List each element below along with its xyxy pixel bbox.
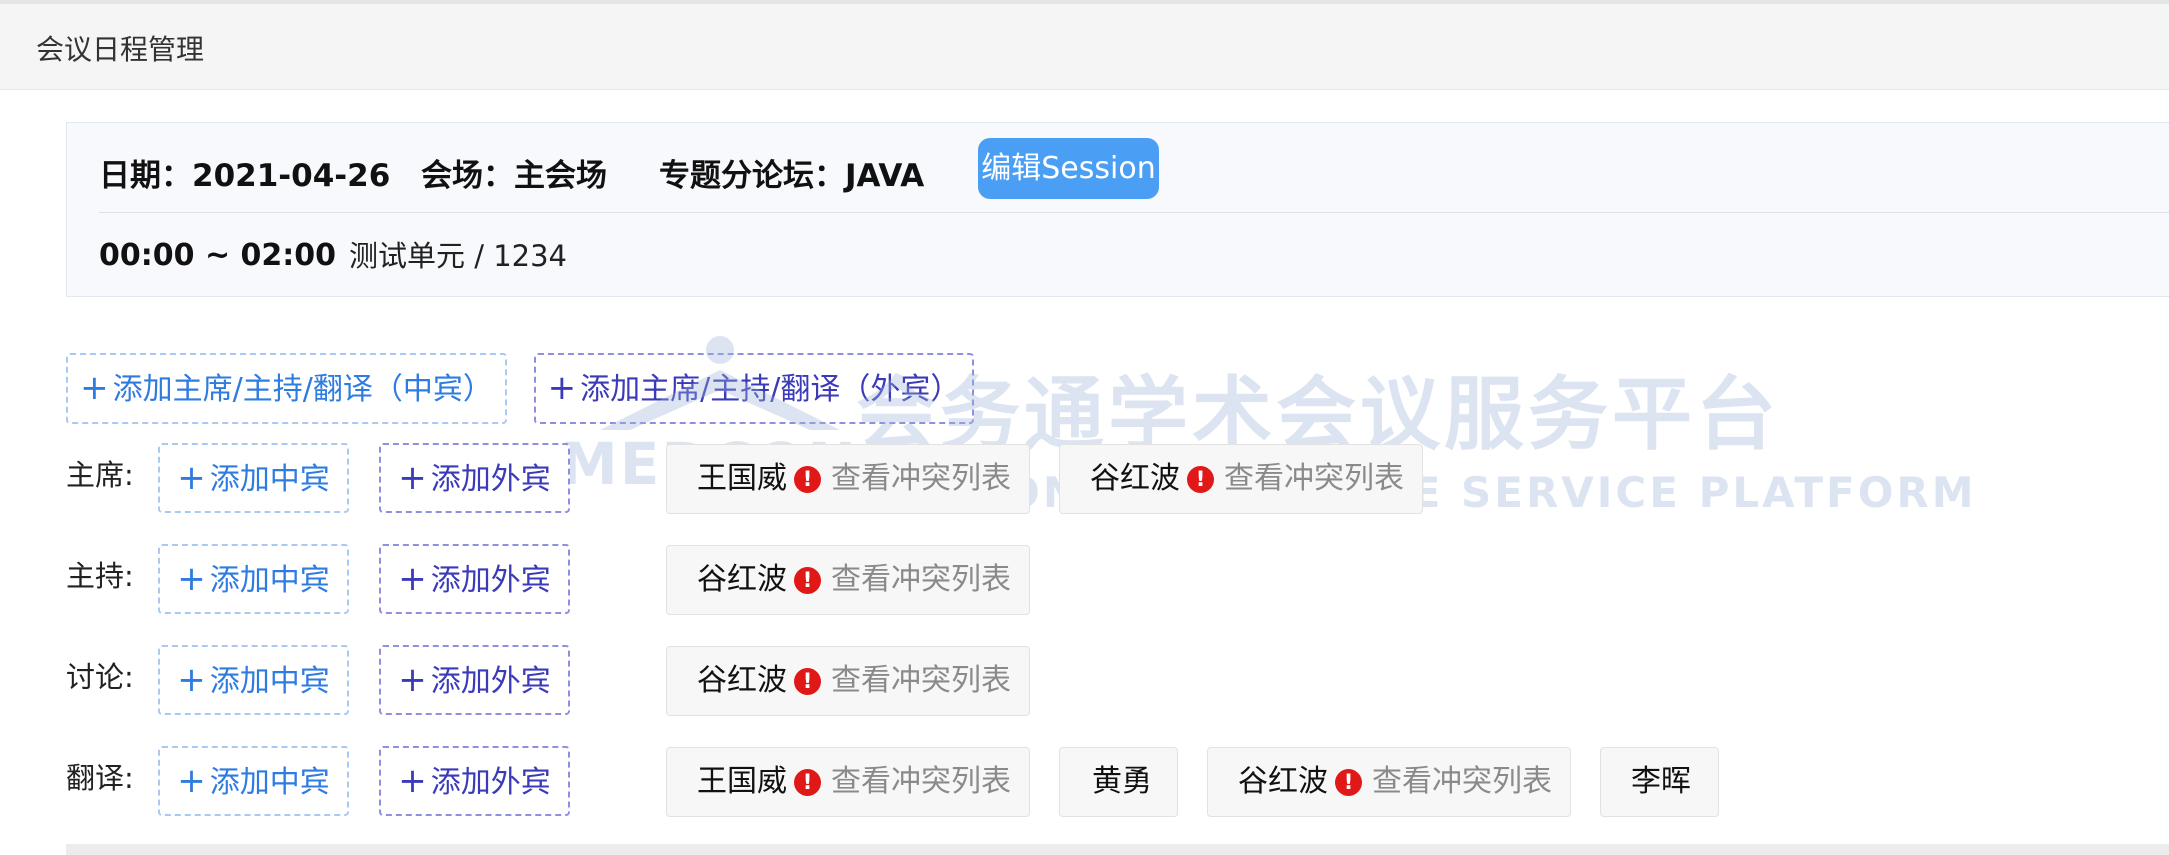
plus-icon: + — [177, 761, 206, 801]
plus-icon: + — [177, 458, 206, 498]
view-conflicts-link[interactable]: 查看冲突列表 — [831, 445, 1011, 513]
alert-icon: ! — [794, 466, 821, 493]
view-conflicts-link[interactable]: 查看冲突列表 — [1372, 748, 1552, 816]
alert-icon: ! — [1187, 466, 1214, 493]
host-add-cn-button[interactable]: + 添加中宾 — [158, 544, 349, 614]
translator-add-cn-button[interactable]: + 添加中宾 — [158, 746, 349, 816]
person-chip: 王国威 ! 查看冲突列表 — [666, 747, 1030, 817]
edit-session-button[interactable]: 编辑Session — [978, 138, 1159, 199]
person-name: 王国威 — [697, 461, 787, 496]
bottom-bar — [66, 844, 2169, 855]
add-fr-label: 添加外宾 — [430, 563, 551, 598]
role-label-chair: 主席: — [66, 458, 134, 492]
view-conflicts-link[interactable]: 查看冲突列表 — [1224, 445, 1404, 513]
alert-icon: ! — [794, 668, 821, 695]
plus-icon: + — [398, 458, 427, 498]
plus-icon: + — [398, 660, 427, 700]
person-name: 谷红波 — [697, 663, 787, 698]
add-cn-label: 添加中宾 — [209, 765, 330, 800]
role-label-discussion: 讨论: — [66, 660, 134, 694]
add-cn-label: 添加中宾 — [209, 664, 330, 699]
plus-icon: + — [398, 761, 427, 801]
person-name: 谷红波 — [697, 562, 787, 597]
page-header: 会议日程管理 — [0, 4, 2169, 90]
add-all-cn-label: 添加主席/主持/翻译（中宾） — [112, 372, 493, 407]
chair-add-fr-button[interactable]: + 添加外宾 — [379, 443, 570, 513]
session-card: 日期：2021-04-26 会场：主会场 专题分论坛：JAVA 编辑Sessio… — [66, 122, 2169, 297]
person-chip: 谷红波 ! 查看冲突列表 — [1059, 444, 1423, 514]
person-chip: 谷红波 ! 查看冲突列表 — [1207, 747, 1571, 817]
session-unit: 测试单元 / 1234 — [349, 239, 568, 273]
alert-icon: ! — [1335, 769, 1362, 796]
add-fr-label: 添加外宾 — [430, 462, 551, 497]
add-fr-label: 添加外宾 — [430, 664, 551, 699]
view-conflicts-link[interactable]: 查看冲突列表 — [831, 748, 1011, 816]
add-all-cn-button[interactable]: + 添加主席/主持/翻译（中宾） — [66, 353, 507, 424]
discussion-add-fr-button[interactable]: + 添加外宾 — [379, 645, 570, 715]
host-add-fr-button[interactable]: + 添加外宾 — [379, 544, 570, 614]
add-all-fr-label: 添加主席/主持/翻译（外宾） — [580, 372, 961, 407]
add-all-fr-button[interactable]: + 添加主席/主持/翻译（外宾） — [534, 353, 974, 424]
page-title: 会议日程管理 — [36, 33, 205, 66]
person-chip: 王国威 ! 查看冲突列表 — [666, 444, 1030, 514]
session-date: 日期：2021-04-26 — [99, 158, 391, 194]
view-conflicts-link[interactable]: 查看冲突列表 — [831, 546, 1011, 614]
card-divider — [99, 212, 2169, 213]
person-name: 谷红波 — [1090, 461, 1180, 496]
alert-icon: ! — [794, 567, 821, 594]
plus-icon: + — [547, 368, 577, 408]
plus-icon: + — [177, 559, 206, 599]
discussion-add-cn-button[interactable]: + 添加中宾 — [158, 645, 349, 715]
person-name: 黄勇 — [1092, 764, 1152, 799]
session-forum: 专题分论坛：JAVA — [659, 158, 925, 194]
alert-icon: ! — [794, 769, 821, 796]
person-chip: 谷红波 ! 查看冲突列表 — [666, 646, 1030, 716]
chair-add-cn-button[interactable]: + 添加中宾 — [158, 443, 349, 513]
person-name: 王国威 — [697, 764, 787, 799]
view-conflicts-link[interactable]: 查看冲突列表 — [831, 647, 1011, 715]
add-cn-label: 添加中宾 — [209, 462, 330, 497]
plus-icon: + — [177, 660, 206, 700]
add-fr-label: 添加外宾 — [430, 765, 551, 800]
translator-add-fr-button[interactable]: + 添加外宾 — [379, 746, 570, 816]
session-venue: 会场：主会场 — [421, 158, 607, 194]
session-time: 00:00 ~ 02:00 — [99, 238, 337, 273]
plus-icon: + — [80, 368, 109, 408]
person-chip: 谷红波 ! 查看冲突列表 — [666, 545, 1030, 615]
person-chip: 黄勇 — [1059, 747, 1178, 817]
plus-icon: + — [398, 559, 427, 599]
role-label-translator: 翻译: — [66, 761, 134, 795]
add-cn-label: 添加中宾 — [209, 563, 330, 598]
role-label-host: 主持: — [66, 559, 134, 593]
person-name: 李晖 — [1631, 764, 1691, 799]
person-chip: 李晖 — [1600, 747, 1719, 817]
person-name: 谷红波 — [1238, 764, 1328, 799]
